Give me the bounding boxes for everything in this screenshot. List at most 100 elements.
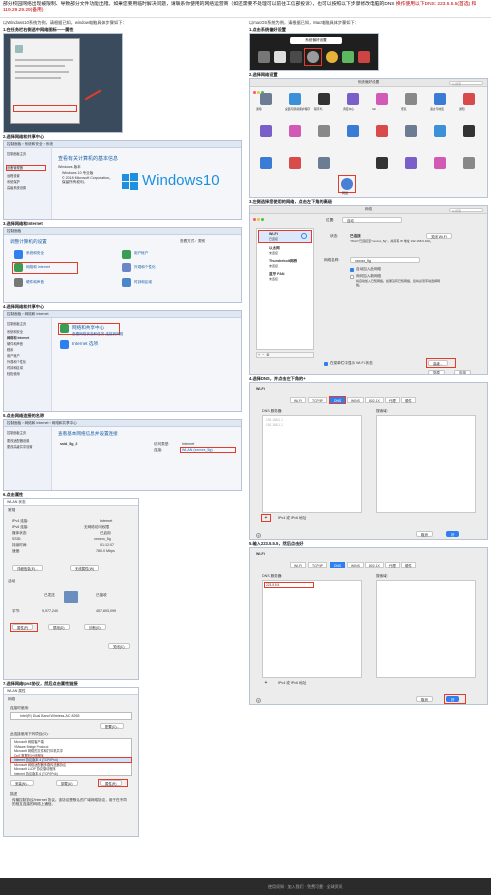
pref-pane-icon[interactable] [463, 93, 475, 105]
sidebar-item[interactable]: 网络和 Internet [4, 336, 51, 340]
add-dns-button[interactable]: + [263, 680, 269, 686]
dock-icon[interactable] [358, 51, 370, 63]
pref-pane-icon[interactable] [318, 93, 330, 105]
pref-pane-icon[interactable] [434, 93, 446, 105]
view-by[interactable]: 查看方式：类别 [180, 239, 205, 243]
tab-hardware[interactable]: 硬件 [401, 562, 416, 568]
pref-pane-icon[interactable] [463, 157, 475, 169]
search-input[interactable]: Q 搜索 [449, 207, 483, 213]
cp-item[interactable]: 网络和 Internet [26, 265, 50, 269]
cp-item[interactable]: 时钟和区域 [134, 280, 152, 284]
diagnose-button[interactable]: 诊断(G) [84, 624, 106, 630]
search-input[interactable]: Q 搜索 [449, 80, 483, 86]
pref-pane-icon[interactable] [376, 125, 388, 137]
dns-server-list[interactable]: 192.168.0.1 192.168.1.1 [262, 415, 362, 513]
pref-pane-icon[interactable] [376, 157, 388, 169]
tab-tcpip[interactable]: TCP/IP [308, 562, 327, 568]
list-item[interactable]: Internet 协议版本 6 (TCP/IPv6) [11, 772, 131, 776]
pref-pane-icon[interactable] [405, 125, 417, 137]
checkbox[interactable] [350, 268, 354, 272]
search-domain-list[interactable] [376, 415, 476, 513]
tab-wins[interactable]: WINS [347, 397, 364, 403]
location-select[interactable]: 自动 [342, 217, 402, 223]
connection-link[interactable]: WLAN (xxxxxx_5g) [182, 448, 213, 452]
wireless-properties-button[interactable]: 无线属性(W) [70, 565, 100, 571]
tab-hardware[interactable]: 硬件 [401, 397, 416, 403]
add-remove-bar[interactable]: + − ⚙ [256, 352, 314, 358]
sidebar-item[interactable]: 控制面板主页 [4, 152, 51, 156]
pref-pane-icon[interactable] [318, 125, 330, 137]
sidebar-item[interactable]: 设备管理器 [4, 166, 51, 170]
pref-pane-icon[interactable] [434, 125, 446, 137]
dock-icon[interactable] [290, 51, 302, 63]
help-icon[interactable]: ? [256, 698, 261, 703]
pref-pane-icon[interactable] [318, 157, 330, 169]
advanced-button[interactable]: 高级... [428, 360, 448, 366]
dock-icon[interactable] [342, 51, 354, 63]
dns-entry[interactable]: 223.5.5.5 [263, 583, 361, 587]
globe-icon[interactable] [341, 178, 353, 190]
sidebar-item[interactable]: 更改高级共享设置 [4, 445, 51, 449]
service-name[interactable]: Thunderbolt网桥 [269, 259, 297, 263]
tab-8021x[interactable]: 802.1X [365, 562, 384, 568]
tab-proxies[interactable]: 代理 [385, 562, 400, 568]
dns-entry[interactable]: 192.168.0.1 [263, 418, 361, 422]
properties-button[interactable]: 属性(P) [12, 624, 34, 630]
tab-8021x[interactable]: 802.1X [365, 397, 384, 403]
cp-item[interactable]: 用户帐户 [134, 251, 148, 255]
install-button[interactable]: 安装(N)... [10, 780, 35, 786]
dns-entry[interactable]: 192.168.1.1 [263, 423, 361, 427]
gear-icon[interactable] [307, 51, 319, 63]
tab-proxies[interactable]: 代理 [385, 397, 400, 403]
tab-wins[interactable]: WINS [347, 562, 364, 568]
tab-dns[interactable]: DNS [330, 562, 346, 568]
pref-pane-icon[interactable] [289, 125, 301, 137]
sidebar-item[interactable]: 更改适配器设置 [4, 439, 51, 443]
sidebar-item[interactable]: 远程设置 [4, 174, 51, 178]
dns-server-list[interactable]: 223.5.5.5 [262, 580, 362, 678]
pref-pane-icon[interactable] [289, 93, 301, 105]
sidebar-item[interactable]: 控制面板主页 [4, 322, 51, 326]
apply-button[interactable]: 应用 [454, 370, 471, 374]
pref-pane-icon[interactable] [347, 125, 359, 137]
ok-button[interactable]: 好 [446, 531, 460, 537]
cancel-button[interactable]: 取消 [416, 531, 433, 537]
pref-pane-icon[interactable] [463, 125, 475, 137]
sidebar-item[interactable]: 轻松使用 [4, 372, 51, 376]
sidebar-item[interactable]: 高级系统设置 [4, 186, 51, 190]
pref-pane-icon[interactable] [289, 157, 301, 169]
close-button[interactable]: 关闭(C) [108, 643, 130, 649]
cp-item[interactable]: 系统和安全 [26, 251, 44, 255]
dock-icon[interactable] [258, 51, 270, 63]
details-button[interactable]: 详细信息(E)... [12, 565, 43, 571]
checkbox[interactable] [324, 362, 328, 366]
internet-options-link[interactable]: Internet 选项 [72, 341, 98, 347]
checkbox[interactable] [350, 275, 354, 279]
dock-icon[interactable] [274, 51, 286, 63]
configure-button[interactable]: 配置(C)... [100, 723, 125, 729]
pref-pane-icon[interactable] [260, 125, 272, 137]
dock-icon[interactable] [326, 51, 338, 63]
help-icon[interactable]: ? [256, 533, 261, 538]
tab-wifi[interactable]: Wi-Fi [290, 562, 306, 568]
cp-item[interactable]: 硬件和声音 [26, 280, 44, 284]
pref-pane-icon[interactable] [260, 157, 272, 169]
pref-pane-icon[interactable] [434, 157, 446, 169]
network-center-link[interactable]: 网络和共享中心 [72, 325, 104, 331]
service-name[interactable]: Wi-Fi [269, 232, 278, 236]
tab-network[interactable]: 网络 [8, 697, 15, 701]
pref-pane-icon[interactable] [376, 93, 388, 105]
search-domain-list[interactable] [376, 580, 476, 678]
network-center-desc[interactable]: 查看网络状态和任务 连接到网络 [72, 332, 123, 336]
sidebar-item[interactable]: 控制面板主页 [4, 431, 51, 435]
pref-pane-icon[interactable] [260, 93, 272, 105]
tab-tcpip[interactable]: TCP/IP [308, 397, 327, 403]
sidebar-item[interactable]: 外观和个性化 [4, 360, 51, 364]
sidebar-item[interactable]: 程序 [4, 348, 51, 352]
tab-wifi[interactable]: Wi-Fi [290, 397, 306, 403]
network-name-select[interactable]: xxxxxx_5g [350, 257, 420, 263]
pref-pane-icon[interactable] [405, 93, 417, 105]
properties-button[interactable]: 属性(R) [100, 780, 122, 786]
cancel-button[interactable]: 取消 [416, 696, 433, 702]
cp-item[interactable]: 外观和个性化 [134, 265, 156, 269]
